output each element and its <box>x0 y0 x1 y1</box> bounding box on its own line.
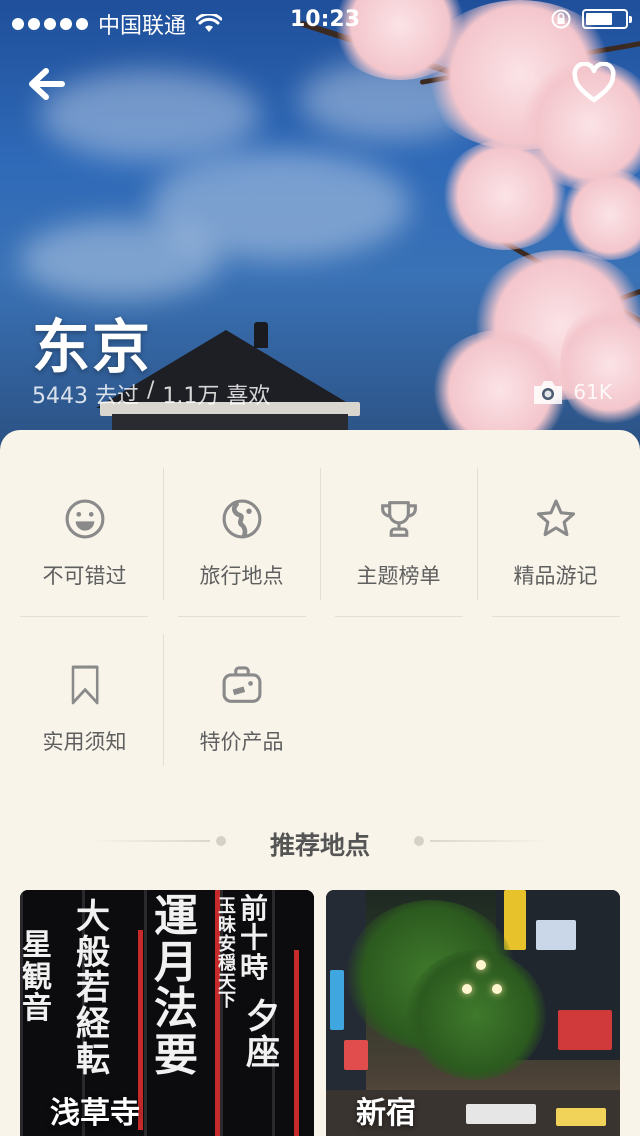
menu-item-practical-info[interactable]: 实用须知 <box>6 606 163 756</box>
place-card-shinjuku[interactable]: 新宿 <box>326 890 620 1136</box>
menu-item-label: 精品游记 <box>513 564 598 588</box>
suitcase-icon <box>222 666 261 703</box>
smiley-icon <box>65 499 104 539</box>
favorite-button[interactable] <box>570 61 618 106</box>
heart-icon <box>572 61 616 103</box>
photo-count[interactable]: 61K <box>531 378 612 406</box>
star-icon <box>536 499 575 537</box>
photo-count-label: 61K <box>573 380 612 404</box>
menu-item-label: 不可错过 <box>42 564 127 588</box>
wifi-icon <box>196 14 223 32</box>
menu-item-travel-notes[interactable]: 精品游记 <box>477 440 634 590</box>
section-title: 推荐地点 <box>269 831 370 860</box>
stats-separator: / <box>146 378 155 403</box>
camera-icon <box>534 381 563 404</box>
visited-count: 5443 去过 <box>32 384 139 409</box>
liked-count: 1.1万 喜欢 <box>162 384 271 409</box>
trophy-icon <box>380 501 417 537</box>
place-card-sensoji[interactable]: 星観音 大般若経転 運月法要 玉昧安穏天下 前十時 夕座 浅草寺 <box>20 890 314 1136</box>
arrow-left-icon <box>29 68 65 100</box>
place-card-label: 新宿 <box>356 1096 416 1131</box>
menu-item-label: 主题榜单 <box>356 564 441 588</box>
bookmark-icon <box>71 665 99 705</box>
place-card-label: 浅草寺 <box>50 1096 140 1131</box>
carrier-label: 中国联通 <box>98 14 187 39</box>
menu-item-label: 旅行地点 <box>199 564 284 588</box>
city-stats: 5443 去过 / 1.1万 喜欢 <box>32 378 270 410</box>
menu-item-must-see[interactable]: 不可错过 <box>6 440 163 590</box>
menu-item-special-deals[interactable]: 特价产品 <box>163 606 320 756</box>
menu-item-travel-places[interactable]: 旅行地点 <box>163 440 320 590</box>
signal-icon <box>12 18 88 30</box>
menu-item-label: 特价产品 <box>199 730 284 754</box>
menu-item-theme-lists[interactable]: 主题榜单 <box>320 440 477 590</box>
status-bar: 中国联通 10:23 <box>0 0 640 40</box>
rotation-lock-icon <box>551 9 571 29</box>
battery-icon <box>582 9 632 29</box>
status-time: 10:23 <box>290 7 361 32</box>
menu-item-label: 实用须知 <box>42 730 127 754</box>
globe-icon <box>222 499 261 539</box>
city-title: 东京 <box>32 313 153 381</box>
back-button[interactable] <box>24 62 72 106</box>
